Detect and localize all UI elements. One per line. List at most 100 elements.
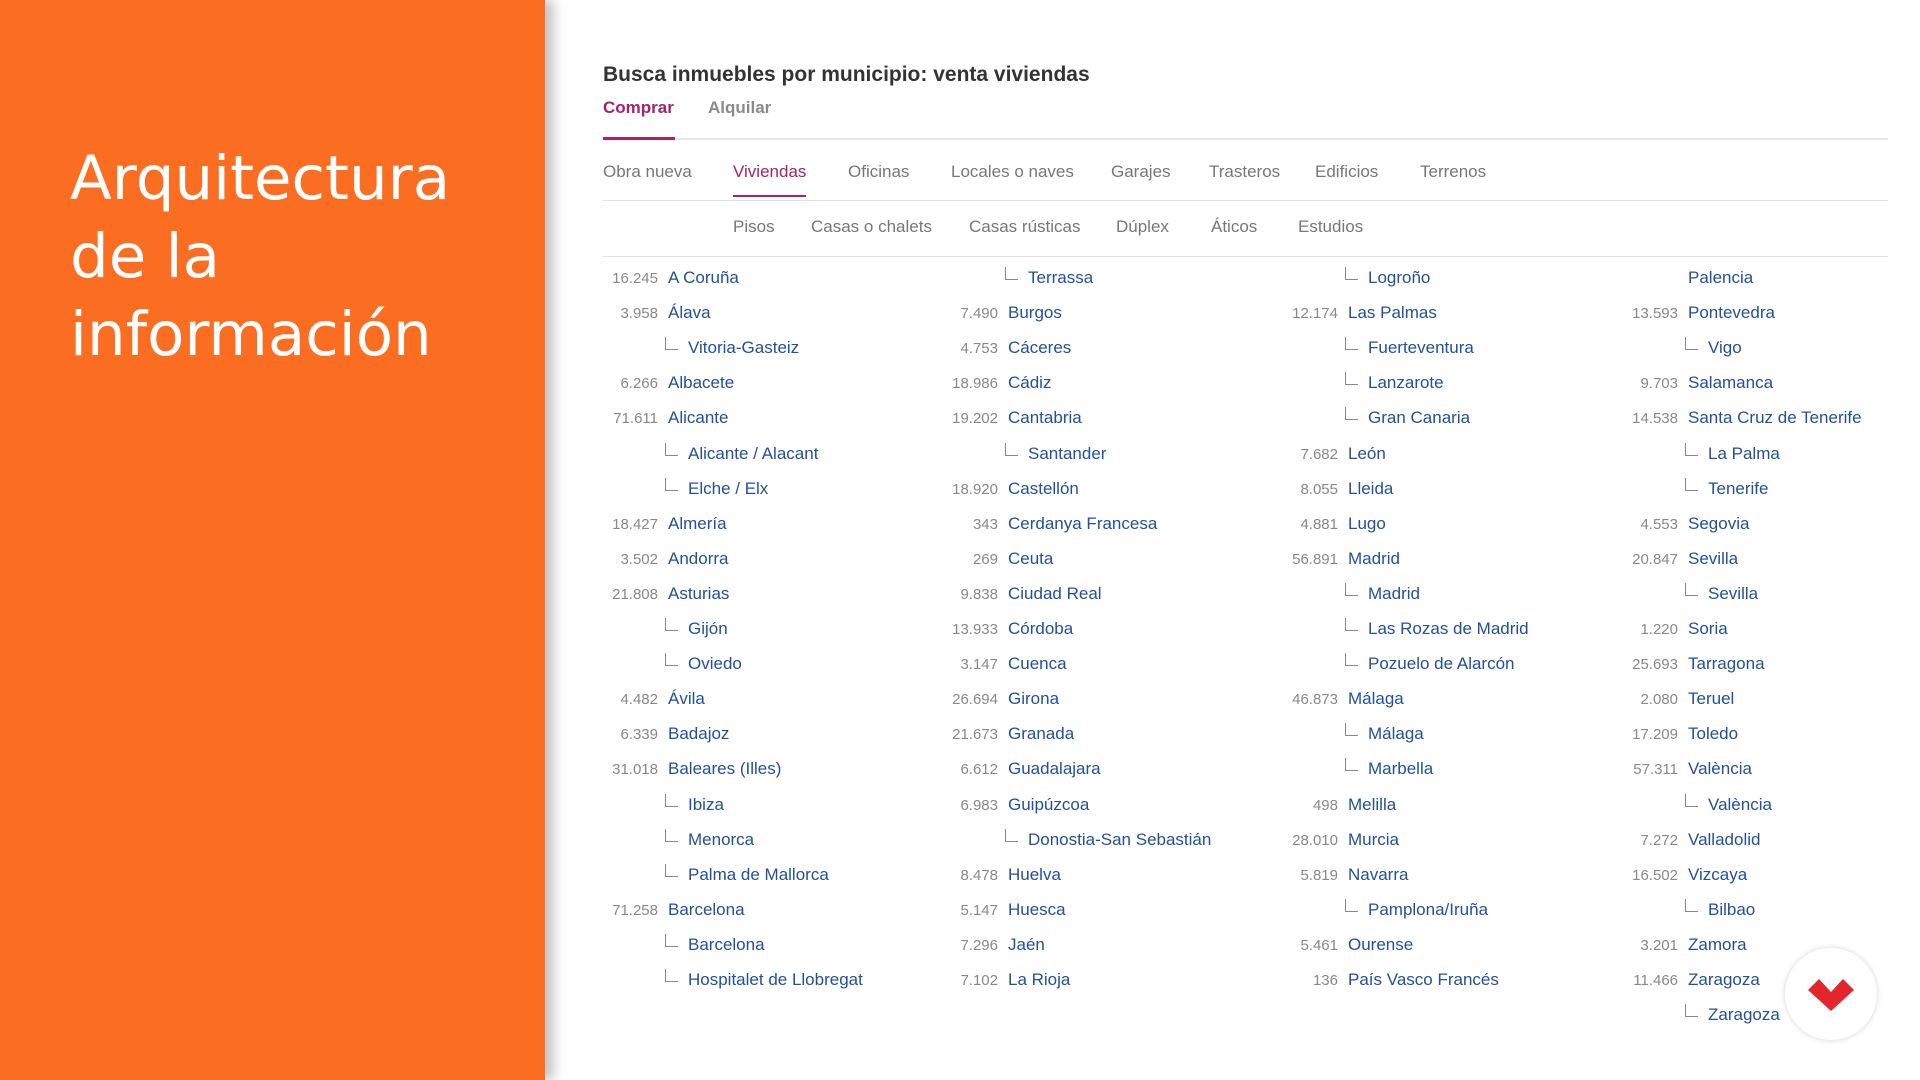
- location-link-alicante[interactable]: Alicante: [668, 408, 728, 428]
- location-link-valladolid[interactable]: Valladolid: [1688, 830, 1760, 850]
- location-link-barcelona[interactable]: Barcelona: [688, 935, 765, 955]
- location-link-las-palmas[interactable]: Las Palmas: [1348, 303, 1437, 323]
- location-link-huesca[interactable]: Huesca: [1008, 900, 1066, 920]
- location-link-fuerteventura[interactable]: Fuerteventura: [1368, 338, 1474, 358]
- location-link-sevilla[interactable]: Sevilla: [1708, 584, 1758, 604]
- tab-comprar[interactable]: Comprar: [603, 98, 674, 118]
- tab-terrenos[interactable]: Terrenos: [1420, 162, 1486, 182]
- location-link-vigo[interactable]: Vigo: [1708, 338, 1742, 358]
- location-link-elche-elx[interactable]: Elche / Elx: [688, 479, 768, 499]
- location-link-salamanca[interactable]: Salamanca: [1688, 373, 1773, 393]
- tab-aticos[interactable]: Áticos: [1211, 217, 1257, 237]
- location-link-santander[interactable]: Santander: [1028, 444, 1106, 464]
- location-link-pozuelo-de-alarcon[interactable]: Pozuelo de Alarcón: [1368, 654, 1515, 674]
- location-link-ourense[interactable]: Ourense: [1348, 935, 1413, 955]
- location-link-soria[interactable]: Soria: [1688, 619, 1728, 639]
- location-link-ciudad-real[interactable]: Ciudad Real: [1008, 584, 1102, 604]
- location-link-vitoria-gasteiz[interactable]: Vitoria-Gasteiz: [688, 338, 799, 358]
- location-link-guipuzcoa[interactable]: Guipúzcoa: [1008, 795, 1089, 815]
- location-link-jaen[interactable]: Jaén: [1008, 935, 1045, 955]
- location-link-caceres[interactable]: Cáceres: [1008, 338, 1071, 358]
- tab-alquilar[interactable]: Alquilar: [708, 98, 771, 118]
- location-link-zaragoza[interactable]: Zaragoza: [1688, 970, 1760, 990]
- location-link-baleares-illes[interactable]: Baleares (Illes): [668, 759, 781, 779]
- location-link-cordoba[interactable]: Córdoba: [1008, 619, 1073, 639]
- location-link-malaga[interactable]: Málaga: [1368, 724, 1424, 744]
- tab-estudios[interactable]: Estudios: [1298, 217, 1363, 237]
- location-link-hospitalet-de-llobregat[interactable]: Hospitalet de Llobregat: [688, 970, 863, 990]
- location-link-tenerife[interactable]: Tenerife: [1708, 479, 1768, 499]
- tab-locales-o-naves[interactable]: Locales o naves: [951, 162, 1074, 182]
- location-link-la-palma[interactable]: La Palma: [1708, 444, 1780, 464]
- location-link-almeria[interactable]: Almería: [668, 514, 727, 534]
- location-link-burgos[interactable]: Burgos: [1008, 303, 1062, 323]
- location-link-vizcaya[interactable]: Vizcaya: [1688, 865, 1747, 885]
- location-link-marbella[interactable]: Marbella: [1368, 759, 1433, 779]
- location-link-cantabria[interactable]: Cantabria: [1008, 408, 1082, 428]
- location-link-cuenca[interactable]: Cuenca: [1008, 654, 1067, 674]
- location-link-bilbao[interactable]: Bilbao: [1708, 900, 1755, 920]
- location-link-avila[interactable]: Ávila: [668, 689, 705, 709]
- location-link-a-coruna[interactable]: A Coruña: [668, 268, 739, 288]
- tab-garajes[interactable]: Garajes: [1111, 162, 1171, 182]
- location-link-castellon[interactable]: Castellón: [1008, 479, 1079, 499]
- location-link-pamplona-iruna[interactable]: Pamplona/Iruña: [1368, 900, 1488, 920]
- location-link-palencia[interactable]: Palencia: [1688, 268, 1753, 288]
- tab-trasteros[interactable]: Trasteros: [1209, 162, 1280, 182]
- location-link-pais-vasco-frances[interactable]: País Vasco Francés: [1348, 970, 1499, 990]
- location-link-zamora[interactable]: Zamora: [1688, 935, 1747, 955]
- location-link-sevilla[interactable]: Sevilla: [1688, 549, 1738, 569]
- location-link-teruel[interactable]: Teruel: [1688, 689, 1734, 709]
- location-link-alicante-alacant[interactable]: Alicante / Alacant: [688, 444, 818, 464]
- location-link-murcia[interactable]: Murcia: [1348, 830, 1399, 850]
- location-link-palma-de-mallorca[interactable]: Palma de Mallorca: [688, 865, 829, 885]
- location-link-lleida[interactable]: Lleida: [1348, 479, 1393, 499]
- location-link-madrid[interactable]: Madrid: [1368, 584, 1420, 604]
- location-link-asturias[interactable]: Asturias: [668, 584, 729, 604]
- tab-edificios[interactable]: Edificios: [1315, 162, 1378, 182]
- location-link-valencia[interactable]: València: [1708, 795, 1772, 815]
- tab-casas-o-chalets[interactable]: Casas o chalets: [811, 217, 932, 237]
- location-link-granada[interactable]: Granada: [1008, 724, 1074, 744]
- location-link-tarragona[interactable]: Tarragona: [1688, 654, 1765, 674]
- location-link-lugo[interactable]: Lugo: [1348, 514, 1386, 534]
- location-link-oviedo[interactable]: Oviedo: [688, 654, 742, 674]
- location-link-huelva[interactable]: Huelva: [1008, 865, 1061, 885]
- tab-obra-nueva[interactable]: Obra nueva: [603, 162, 692, 182]
- location-link-segovia[interactable]: Segovia: [1688, 514, 1749, 534]
- location-link-guadalajara[interactable]: Guadalajara: [1008, 759, 1101, 779]
- location-link-lanzarote[interactable]: Lanzarote: [1368, 373, 1444, 393]
- tab-pisos[interactable]: Pisos: [733, 217, 775, 237]
- tab-oficinas[interactable]: Oficinas: [848, 162, 909, 182]
- location-link-pontevedra[interactable]: Pontevedra: [1688, 303, 1775, 323]
- location-link-malaga[interactable]: Málaga: [1348, 689, 1404, 709]
- location-link-alava[interactable]: Álava: [668, 303, 711, 323]
- location-link-gijon[interactable]: Gijón: [688, 619, 728, 639]
- location-link-la-rioja[interactable]: La Rioja: [1008, 970, 1070, 990]
- location-link-donostia-san-sebastian[interactable]: Donostia-San Sebastián: [1028, 830, 1211, 850]
- location-link-cerdanya-francesa[interactable]: Cerdanya Francesa: [1008, 514, 1157, 534]
- tab-duplex[interactable]: Dúplex: [1116, 217, 1169, 237]
- location-link-badajoz[interactable]: Badajoz: [668, 724, 729, 744]
- location-link-barcelona[interactable]: Barcelona: [668, 900, 745, 920]
- location-link-leon[interactable]: León: [1348, 444, 1386, 464]
- location-link-santa-cruz-de-tenerife[interactable]: Santa Cruz de Tenerife: [1688, 408, 1862, 428]
- location-link-melilla[interactable]: Melilla: [1348, 795, 1396, 815]
- location-link-zaragoza[interactable]: Zaragoza: [1708, 1005, 1780, 1025]
- location-link-valencia[interactable]: València: [1688, 759, 1752, 779]
- location-link-las-rozas-de-madrid[interactable]: Las Rozas de Madrid: [1368, 619, 1529, 639]
- location-link-cadiz[interactable]: Cádiz: [1008, 373, 1051, 393]
- location-link-albacete[interactable]: Albacete: [668, 373, 734, 393]
- location-link-terrassa[interactable]: Terrassa: [1028, 268, 1093, 288]
- location-link-navarra[interactable]: Navarra: [1348, 865, 1408, 885]
- tab-viviendas[interactable]: Viviendas: [733, 162, 807, 197]
- location-link-girona[interactable]: Girona: [1008, 689, 1059, 709]
- location-link-logrono[interactable]: Logroño: [1368, 268, 1430, 288]
- location-link-toledo[interactable]: Toledo: [1688, 724, 1738, 744]
- tab-casas-rusticas[interactable]: Casas rústicas: [969, 217, 1080, 237]
- location-link-madrid[interactable]: Madrid: [1348, 549, 1400, 569]
- location-link-ibiza[interactable]: Ibiza: [688, 795, 724, 815]
- location-link-ceuta[interactable]: Ceuta: [1008, 549, 1053, 569]
- location-link-gran-canaria[interactable]: Gran Canaria: [1368, 408, 1470, 428]
- location-link-menorca[interactable]: Menorca: [688, 830, 754, 850]
